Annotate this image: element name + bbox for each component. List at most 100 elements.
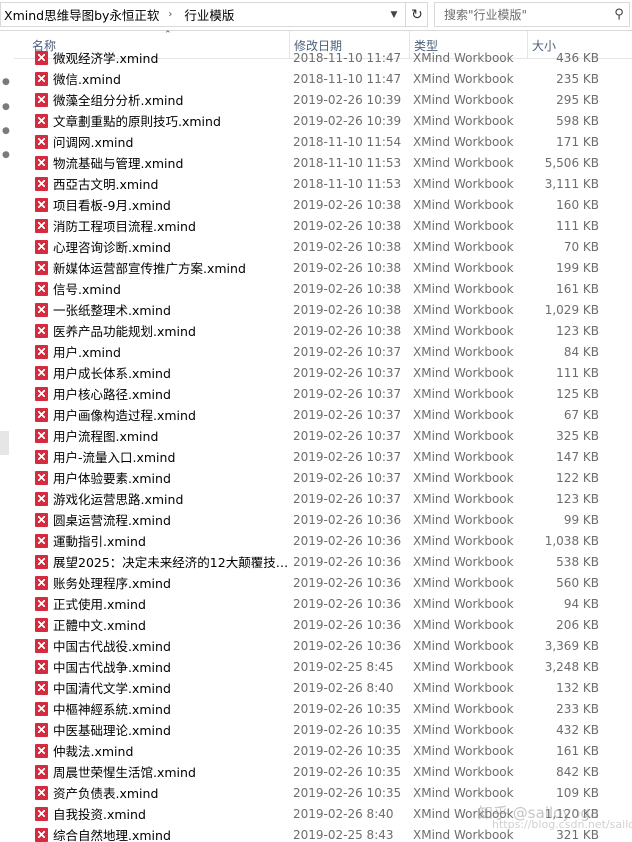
- file-type: XMind Workbook: [413, 534, 514, 548]
- file-row[interactable]: 用户成长体系.xmind 2019-02-26 10:37 XMind Workbo…: [14, 363, 632, 384]
- file-row[interactable]: 游戏化运营思路.xmind 2019-02-26 10:37 XMind Workb…: [14, 489, 632, 510]
- xmind-file-icon: [35, 72, 48, 86]
- file-row[interactable]: 西亞古文明.xmind 2018-11-10 11:53 XMind Workboo…: [14, 174, 632, 195]
- file-type: XMind Workbook: [413, 303, 514, 317]
- refresh-icon[interactable]: ↻: [405, 3, 428, 26]
- file-type: XMind Workbook: [413, 366, 514, 380]
- file-row[interactable]: 微信.xmind 2018-11-10 11:47 XMind Workbook 23…: [14, 69, 632, 90]
- xmind-file-icon: [35, 639, 48, 653]
- file-size: 432 KB: [556, 723, 599, 737]
- file-row[interactable]: 正體中文.xmind 2019-02-26 10:36 XMind Workbook…: [14, 615, 632, 636]
- file-row[interactable]: 资产负债表.xmind 2019-02-26 10:35 XMind Workboo…: [14, 783, 632, 804]
- file-date: 2019-02-26 10:35: [293, 786, 402, 800]
- file-size: 199 KB: [556, 261, 599, 275]
- file-row[interactable]: 仲裁法.xmind 2019-02-26 10:35 XMind Workbook 1…: [14, 741, 632, 762]
- file-row[interactable]: 用户体验要素.xmind 2019-02-26 10:37 XMind Workbo…: [14, 468, 632, 489]
- file-type: XMind Workbook: [413, 135, 514, 149]
- file-row[interactable]: 正式使用.xmind 2019-02-26 10:36 XMind Workbook…: [14, 594, 632, 615]
- breadcrumb-current[interactable]: 行业模版: [181, 5, 234, 24]
- file-name: 心理咨询诊断.xmind: [53, 240, 171, 255]
- file-type: XMind Workbook: [413, 72, 514, 86]
- file-row[interactable]: 用户核心路径.xmind 2019-02-26 10:37 XMind Workbo…: [14, 384, 632, 405]
- chevron-down-icon[interactable]: ▼: [385, 3, 403, 26]
- search-icon[interactable]: ⚲: [609, 7, 629, 22]
- file-row[interactable]: 微观经济学.xmind 2018-11-10 11:47 XMind Workboo…: [14, 49, 632, 69]
- file-date: 2019-02-26 10:38: [293, 303, 402, 317]
- file-name: 综合自然地理.xmind: [53, 828, 171, 842]
- file-name: 医养产品功能规划.xmind: [53, 324, 196, 339]
- file-type: XMind Workbook: [413, 240, 514, 254]
- file-row[interactable]: 用户.xmind 2019-02-26 10:37 XMind Workbook 84…: [14, 342, 632, 363]
- file-row[interactable]: 消防工程项目流程.xmind 2019-02-26 10:38 XMind Work…: [14, 216, 632, 237]
- xmind-file-icon: [35, 93, 48, 107]
- file-type: XMind Workbook: [413, 702, 514, 716]
- file-row[interactable]: 用户画像构造过程.xmind 2019-02-26 10:37 XMind Work…: [14, 405, 632, 426]
- file-type: XMind Workbook: [413, 261, 514, 275]
- file-row[interactable]: 信号.xmind 2019-02-26 10:38 XMind Workbook 16…: [14, 279, 632, 300]
- file-date: 2019-02-26 10:35: [293, 702, 402, 716]
- file-size: 3,248 KB: [544, 660, 599, 674]
- file-date: 2019-02-26 10:38: [293, 324, 402, 338]
- file-name: 中国清代文学.xmind: [53, 681, 171, 696]
- file-row[interactable]: 展望2025：决定未来经济的12大颠覆技… 2019-02-26 10:36 XMi…: [14, 552, 632, 573]
- file-date: 2019-02-26 10:35: [293, 723, 402, 737]
- file-type: XMind Workbook: [413, 93, 514, 107]
- pane-resize-handle[interactable]: [0, 431, 9, 455]
- file-date: 2019-02-26 10:37: [293, 387, 402, 401]
- file-row[interactable]: 项目看板-9月.xmind 2019-02-26 10:38 XMind Workb…: [14, 195, 632, 216]
- file-type: XMind Workbook: [413, 660, 514, 674]
- xmind-file-icon: [35, 576, 48, 590]
- file-row[interactable]: 问调网.xmind 2018-11-10 11:54 XMind Workbook 1…: [14, 132, 632, 153]
- file-row[interactable]: 物流基础与管理.xmind 2018-11-10 11:53 XMind Workb…: [14, 153, 632, 174]
- file-size: 171 KB: [556, 135, 599, 149]
- file-row[interactable]: 账务处理程序.xmind 2019-02-26 10:36 XMind Workbo…: [14, 573, 632, 594]
- breadcrumb-separator-icon[interactable]: ›: [159, 9, 181, 20]
- file-date: 2019-02-26 10:37: [293, 429, 402, 443]
- pin-icon: ●: [2, 126, 10, 136]
- xmind-file-icon: [35, 198, 48, 212]
- file-row[interactable]: 中国古代战役.xmind 2019-02-26 10:36 XMind Workbo…: [14, 636, 632, 657]
- file-row[interactable]: 文章劃重點的原則技巧.xmind 2019-02-26 10:39 XMind Wo…: [14, 111, 632, 132]
- file-size: 70 KB: [563, 240, 599, 254]
- xmind-file-icon: [35, 219, 48, 233]
- file-size: 109 KB: [556, 786, 599, 800]
- file-row[interactable]: 中樞神經系統.xmind 2019-02-26 10:35 XMind Workbo…: [14, 699, 632, 720]
- file-name: 资产负债表.xmind: [53, 786, 159, 801]
- file-type: XMind Workbook: [413, 492, 514, 506]
- xmind-file-icon: [35, 114, 48, 128]
- xmind-file-icon: [35, 660, 48, 674]
- xmind-file-icon: [35, 135, 48, 149]
- file-row[interactable]: 用户-流量入口.xmind 2019-02-26 10:37 XMind Workb…: [14, 447, 632, 468]
- file-type: XMind Workbook: [413, 345, 514, 359]
- file-row[interactable]: 圆桌运营流程.xmind 2019-02-26 10:36 XMind Workbo…: [14, 510, 632, 531]
- file-type: XMind Workbook: [413, 408, 514, 422]
- file-type: XMind Workbook: [413, 471, 514, 485]
- file-type: XMind Workbook: [413, 576, 514, 590]
- file-row[interactable]: 中国古代战争.xmind 2019-02-25 8:45 XMind Workboo…: [14, 657, 632, 678]
- file-row[interactable]: 一张纸整理术.xmind 2019-02-26 10:38 XMind Workbo…: [14, 300, 632, 321]
- file-row[interactable]: 運動指引.xmind 2019-02-26 10:36 XMind Workbook…: [14, 531, 632, 552]
- file-date: 2019-02-25 8:43: [293, 828, 394, 842]
- search-box[interactable]: 搜索"行业模版" ⚲: [434, 2, 630, 27]
- file-date: 2018-11-10 11:47: [293, 51, 402, 65]
- file-date: 2019-02-26 10:38: [293, 282, 402, 296]
- file-date: 2019-02-26 10:36: [293, 534, 402, 548]
- file-row[interactable]: 心理咨询诊断.xmind 2019-02-26 10:38 XMind Workbo…: [14, 237, 632, 258]
- file-row[interactable]: 用户流程图.xmind 2019-02-26 10:37 XMind Workboo…: [14, 426, 632, 447]
- file-date: 2019-02-26 10:38: [293, 198, 402, 212]
- file-row[interactable]: 医养产品功能规划.xmind 2019-02-26 10:38 XMind Work…: [14, 321, 632, 342]
- breadcrumb-parent[interactable]: Xmind思维导图by永恒正软: [1, 5, 159, 24]
- file-row[interactable]: 中医基础理论.xmind 2019-02-26 10:35 XMind Workbo…: [14, 720, 632, 741]
- file-row[interactable]: 中国清代文学.xmind 2019-02-26 8:40 XMind Workboo…: [14, 678, 632, 699]
- file-size: 1,038 KB: [544, 534, 599, 548]
- file-date: 2018-11-10 11:47: [293, 72, 402, 86]
- search-input[interactable]: 搜索"行业模版": [435, 6, 609, 23]
- address-bar[interactable]: Xmind思维导图by永恒正软 › 行业模版 ▼ ↻: [0, 2, 428, 27]
- file-type: XMind Workbook: [413, 513, 514, 527]
- file-row[interactable]: 新媒体运营部宣传推广方案.xmind 2019-02-26 10:38 XMind …: [14, 258, 632, 279]
- file-row[interactable]: 微藻全组分分析.xmind 2019-02-26 10:39 XMind Workb…: [14, 90, 632, 111]
- file-row[interactable]: 周晨世荣惺生活馆.xmind 2019-02-26 10:35 XMind Work…: [14, 762, 632, 783]
- file-name: 微藻全组分分析.xmind: [53, 93, 184, 108]
- file-name: 微信.xmind: [53, 72, 121, 87]
- file-size: 5,506 KB: [544, 156, 599, 170]
